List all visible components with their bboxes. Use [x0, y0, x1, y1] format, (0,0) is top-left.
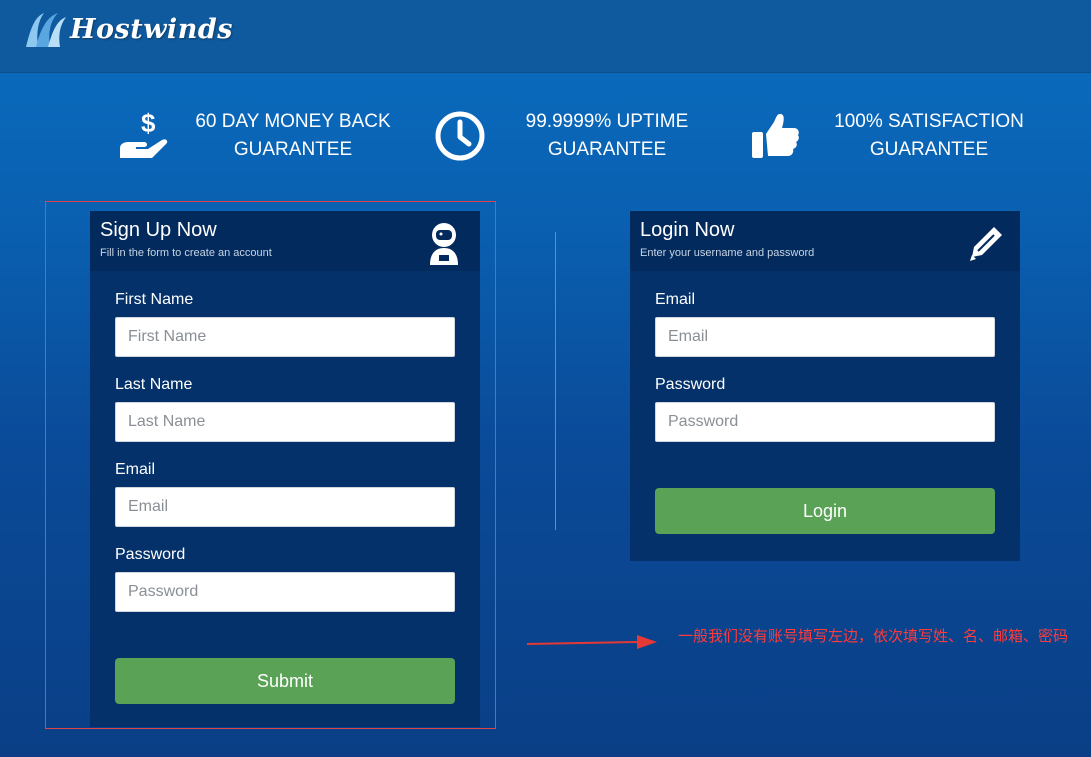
clock-icon — [430, 106, 490, 166]
last-name-input[interactable] — [115, 402, 455, 442]
login-password-label: Password — [655, 376, 726, 393]
wave-logo-icon — [26, 13, 66, 47]
hand-dollar-icon: $ — [114, 106, 174, 166]
signup-password-label: Password — [115, 546, 186, 563]
pencil-icon — [964, 221, 1004, 265]
login-email-label: Email — [655, 291, 696, 308]
feature-uptime: 99.9999% UPTIME GUARANTEE — [430, 106, 702, 166]
top-bar: Hostwinds — [0, 0, 1091, 73]
panel-divider — [555, 232, 556, 530]
first-name-input[interactable] — [115, 317, 455, 357]
login-title: Login Now — [640, 219, 735, 241]
signup-subtitle: Fill in the form to create an account — [100, 247, 272, 259]
signup-password-input[interactable] — [115, 572, 455, 612]
signup-email-input[interactable] — [115, 487, 455, 527]
signup-panel: Sign Up Now Fill in the form to create a… — [90, 211, 480, 727]
signup-header: Sign Up Now Fill in the form to create a… — [90, 211, 480, 271]
feature-money-back: $ 60 DAY MONEY BACK GUARANTEE — [114, 106, 398, 166]
submit-button[interactable]: Submit — [115, 658, 455, 704]
signup-email-label: Email — [115, 461, 156, 478]
svg-text:$: $ — [141, 108, 156, 138]
login-panel: Login Now Enter your username and passwo… — [630, 211, 1020, 561]
brand-name: Hostwinds — [70, 13, 233, 45]
annotation-arrow-icon — [526, 635, 657, 649]
feature-text: 99.9999% UPTIME GUARANTEE — [525, 111, 689, 160]
login-password-input[interactable] — [655, 402, 995, 442]
astronaut-icon — [424, 221, 464, 265]
feature-satisfaction: 100% SATISFACTION GUARANTEE — [744, 106, 1034, 166]
login-subtitle: Enter your username and password — [640, 247, 815, 259]
thumbs-up-icon — [744, 106, 804, 166]
signup-title: Sign Up Now — [100, 219, 217, 241]
login-button[interactable]: Login — [655, 488, 995, 534]
login-email-input[interactable] — [655, 317, 995, 357]
feature-text: 60 DAY MONEY BACK GUARANTEE — [195, 111, 391, 160]
feature-text: 100% SATISFACTION GUARANTEE — [834, 111, 1024, 160]
login-header: Login Now Enter your username and passwo… — [630, 211, 1020, 271]
first-name-label: First Name — [115, 291, 194, 308]
annotation-note: 一般我们没有账号填写左边，依次填写姓、名、邮箱、密码 — [678, 627, 1069, 645]
brand-logo[interactable]: Hostwinds — [22, 8, 233, 50]
last-name-label: Last Name — [115, 376, 193, 393]
